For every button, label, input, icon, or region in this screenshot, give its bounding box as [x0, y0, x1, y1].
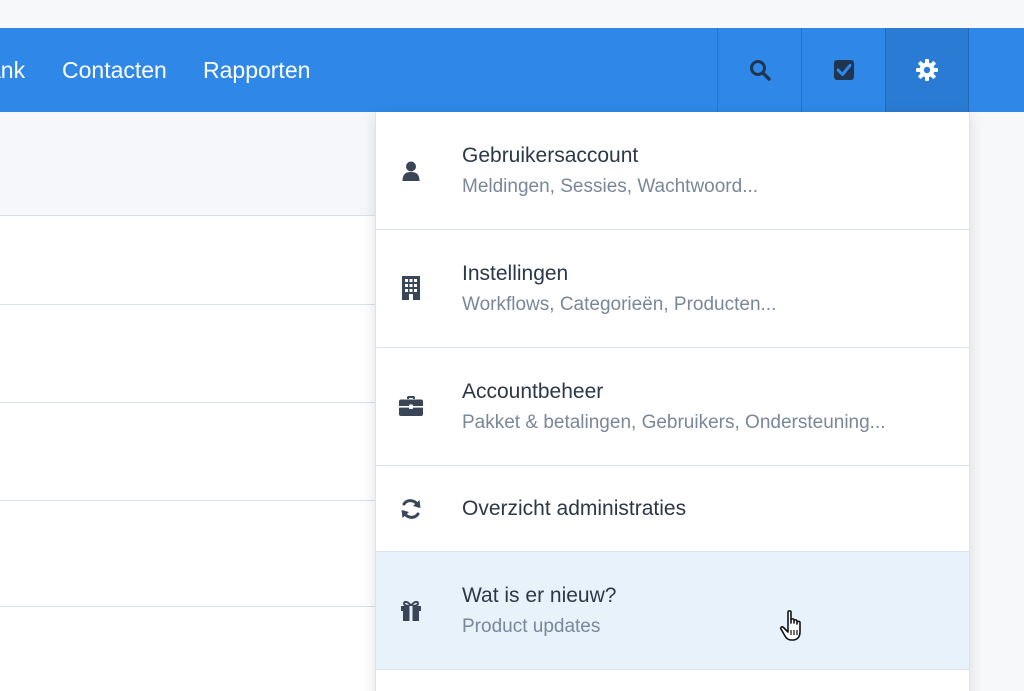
- menu-item-subtitle: Meldingen, Sessies, Wachtwoord...: [462, 176, 759, 197]
- refresh-icon: [398, 496, 424, 522]
- table-row[interactable]: [0, 305, 380, 403]
- menu-item-title: Instellingen: [462, 262, 569, 285]
- menu-item-whats-new[interactable]: Wat is er nieuw? Product updates: [376, 552, 969, 670]
- user-icon: [398, 158, 424, 184]
- hand-cursor-icon: [779, 610, 801, 641]
- table-row[interactable]: [0, 216, 380, 305]
- top-navbar: ank Contacten Rapporten: [0, 28, 1024, 112]
- menu-item-account-management[interactable]: Accountbeheer Pakket & betalingen, Gebru…: [376, 348, 969, 466]
- content-header: [0, 112, 380, 216]
- search-button[interactable]: [717, 28, 801, 112]
- menu-item-subtitle: Workflows, Categorieën, Producten...: [462, 294, 777, 315]
- menu-item-subtitle: Pakket & betalingen, Gebruikers, Onderst…: [462, 412, 886, 433]
- menu-item-user-account[interactable]: Gebruikersaccount Meldingen, Sessies, Wa…: [376, 112, 969, 230]
- search-icon: [749, 60, 771, 81]
- gear-icon: [916, 59, 938, 81]
- nav-link-reports[interactable]: Rapporten: [203, 28, 310, 112]
- app-window: ank Contacten Rapporten: [0, 0, 1024, 691]
- menu-item-title: Wat is er nieuw?: [462, 584, 617, 607]
- menu-item-title: Gebruikersaccount: [462, 144, 639, 167]
- menu-item-title: Overzicht administraties: [462, 497, 687, 520]
- tasks-checkbox-icon: [833, 60, 854, 80]
- gift-icon: [398, 598, 424, 624]
- briefcase-icon: [398, 393, 424, 419]
- building-icon: [398, 275, 424, 301]
- table-row[interactable]: [0, 403, 380, 501]
- nav-link-bank[interactable]: ank: [0, 28, 25, 112]
- settings-dropdown-menu: Gebruikersaccount Meldingen, Sessies, Wa…: [375, 112, 970, 691]
- menu-item-settings[interactable]: Instellingen Workflows, Categorieën, Pro…: [376, 230, 969, 348]
- menu-item-subtitle: Product updates: [462, 616, 601, 637]
- tasks-button[interactable]: [801, 28, 885, 112]
- menu-item-administrations-overview[interactable]: Overzicht administraties: [376, 466, 969, 552]
- nav-link-contacts[interactable]: Contacten: [62, 28, 167, 112]
- menu-item-title: Accountbeheer: [462, 380, 604, 403]
- settings-button[interactable]: [885, 28, 969, 112]
- table-row[interactable]: [0, 501, 380, 607]
